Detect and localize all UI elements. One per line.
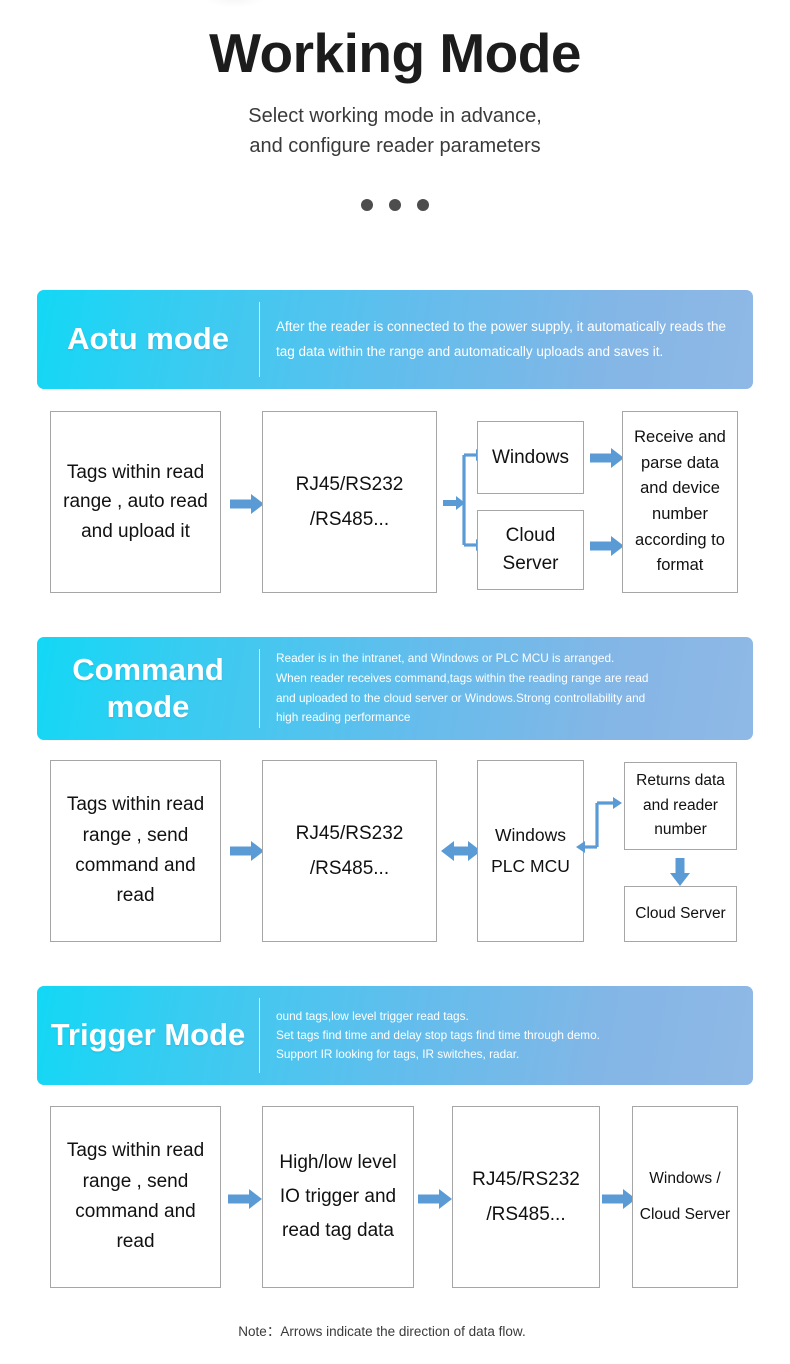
arrow-command-returns-to-cloud — [667, 858, 693, 886]
node-trigger-interface: RJ45/RS232 /RS485... — [452, 1106, 600, 1288]
node-trigger-interface-label: RJ45/RS232 /RS485... — [472, 1168, 580, 1225]
mode-description-command-line-4: high reading performance — [276, 710, 411, 725]
node-auto-sink: Receive and parse data and device number… — [622, 411, 738, 593]
dot-2 — [389, 199, 401, 211]
footer-note: Note：Arrows indicate the direction of da… — [238, 1324, 526, 1339]
node-command-host: Windows PLC MCU — [477, 760, 584, 942]
connector-command-host-returns — [576, 797, 622, 853]
dot-3 — [417, 199, 429, 211]
mode-description-trigger-line-1: ound tags,low level trigger read tags. — [276, 1008, 469, 1023]
arrow-command-interface-host-bidirectional — [441, 840, 481, 862]
mode-description-trigger: ound tags,low level trigger read tags. S… — [260, 1007, 753, 1065]
node-trigger-io: High/low level IO trigger and read tag d… — [262, 1106, 414, 1288]
mode-banner-command[interactable]: Command mode Reader is in the intranet, … — [37, 637, 753, 740]
node-trigger-io-label: High/low level IO trigger and read tag d… — [279, 1151, 397, 1242]
working-mode-page: Working Mode Select working mode in adva… — [0, 0, 790, 1364]
mode-name-command: Command mode — [72, 651, 224, 724]
node-auto-branch-cloud-label: Cloud Server — [502, 524, 559, 575]
node-auto-source-label: Tags within read range , auto read and u… — [63, 461, 208, 542]
mode-description-auto: After the reader is connected to the pow… — [260, 315, 753, 364]
mode-name-trigger: Trigger Mode — [50, 1017, 246, 1053]
node-command-host-label: Windows PLC MCU — [491, 824, 570, 877]
arrow-trigger-source-to-io — [228, 1188, 262, 1210]
page-subtitle-line-1: Select working mode in advance, — [248, 105, 542, 127]
node-auto-branch-windows-label: Windows — [491, 446, 570, 468]
mode-banner-trigger[interactable]: Trigger Mode ound tags,low level trigger… — [37, 986, 753, 1085]
page-title: Working Mode — [209, 22, 581, 84]
mode-description-command-line-1: Reader is in the intranet, and Windows o… — [276, 651, 615, 666]
arrow-auto-source-to-interface — [230, 493, 264, 515]
node-auto-source: Tags within read range , auto read and u… — [50, 411, 221, 593]
arrow-trigger-io-to-interface — [418, 1188, 452, 1210]
arrow-auto-cloud-to-sink — [590, 535, 624, 557]
node-command-source-label: Tags within read range , send command an… — [66, 794, 205, 907]
node-trigger-source: Tags within read range , send command an… — [50, 1106, 221, 1288]
node-trigger-sink: Windows / Cloud Server — [632, 1106, 738, 1288]
node-trigger-source-label: Tags within read range , send command an… — [66, 1140, 205, 1253]
mode-description-auto-text: After the reader is connected to the pow… — [276, 318, 726, 359]
page-subtitle: Select working mode in advance, and conf… — [0, 81, 790, 161]
node-command-returns: Returns data and reader number — [624, 762, 737, 850]
arrow-auto-windows-to-sink — [590, 447, 624, 469]
arrow-trigger-interface-to-sink — [602, 1188, 636, 1210]
node-command-returns-label: Returns data and reader number — [636, 771, 725, 839]
node-command-cloud-label: Cloud Server — [635, 905, 726, 922]
node-trigger-sink-label: Windows / Cloud Server — [639, 1170, 731, 1223]
mode-description-command: Reader is in the intranet, and Windows o… — [260, 649, 753, 727]
page-subtitle-line-2: and configure reader parameters — [249, 135, 541, 157]
node-auto-sink-label: Receive and parse data and device number… — [634, 428, 726, 575]
node-auto-interface-label: RJ45/RS232 /RS485... — [295, 473, 404, 530]
node-auto-interface: RJ45/RS232 /RS485... — [262, 411, 437, 593]
node-auto-branch-windows: Windows — [477, 421, 584, 494]
mode-description-command-line-2: When reader receives command,tags within… — [276, 670, 649, 685]
node-command-interface: RJ45/RS232 /RS485... — [262, 760, 437, 942]
arrow-command-source-to-interface — [230, 840, 264, 862]
dot-1 — [361, 199, 373, 211]
mode-description-trigger-line-3: Support IR looking for tags, IR switches… — [276, 1047, 520, 1062]
node-command-source: Tags within read range , send command an… — [50, 760, 221, 942]
mode-banner-auto[interactable]: Aotu mode After the reader is connected … — [37, 290, 753, 389]
node-command-cloud: Cloud Server — [624, 886, 737, 942]
dots-separator — [0, 161, 790, 211]
hero-section: Working Mode Select working mode in adva… — [0, 0, 790, 211]
mode-name-auto: Aotu mode — [67, 321, 229, 357]
mode-description-command-line-3: and uploaded to the cloud server or Wind… — [276, 690, 646, 705]
node-command-interface-label: RJ45/RS232 /RS485... — [295, 822, 404, 879]
mode-description-trigger-line-2: Set tags find time and delay stop tags f… — [276, 1027, 600, 1042]
node-auto-branch-cloud: Cloud Server — [477, 510, 584, 590]
